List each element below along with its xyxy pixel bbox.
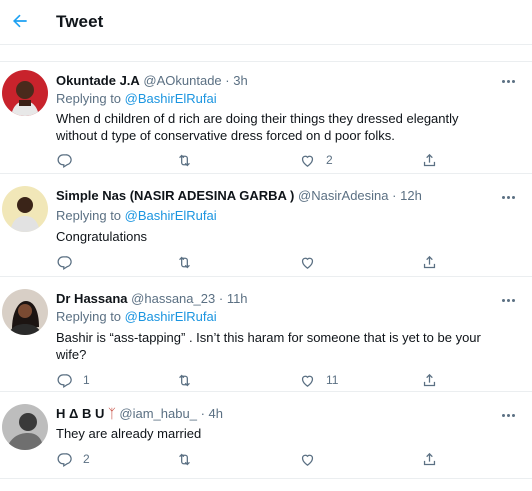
share-icon <box>423 153 436 166</box>
timestamp[interactable]: 11h <box>227 291 248 306</box>
more-options-icon[interactable] <box>502 193 518 201</box>
retweet-icon <box>179 154 190 166</box>
author-handle[interactable]: @NasirAdesina <box>298 188 389 203</box>
like-button[interactable] <box>299 252 326 272</box>
reply-icon <box>57 255 72 270</box>
share-icon <box>423 373 436 386</box>
author-handle[interactable]: @hassana_23 <box>131 291 215 306</box>
tweet-actions <box>56 252 456 272</box>
tweet-reply[interactable]: Simple Nas (NASIR ADESINA GARBA ) @Nasir… <box>0 174 532 277</box>
retweet-button[interactable] <box>176 252 203 272</box>
previous-content-edge <box>0 45 532 62</box>
heart-icon <box>301 375 314 387</box>
share-button[interactable] <box>421 150 438 170</box>
replying-to-label: Replying to <box>56 309 125 324</box>
replying-to-label: Replying to <box>56 208 125 223</box>
retweet-icon <box>179 453 190 465</box>
reply-icon <box>57 153 72 168</box>
tweet-actions: 1 11 <box>56 370 456 390</box>
avatar[interactable] <box>2 70 48 116</box>
avatar[interactable] <box>2 289 48 335</box>
tweet-header: Okuntade J.A @AOkuntade · 3h <box>56 73 248 88</box>
like-button[interactable] <box>299 449 326 469</box>
author-name[interactable]: Simple Nas (NASIR ADESINA GARBA ) <box>56 188 294 203</box>
retweet-icon <box>179 374 190 386</box>
reply-button[interactable]: 1 <box>56 370 90 390</box>
reply-count: 1 <box>83 373 90 387</box>
replying-to-link[interactable]: @BashirElRufai <box>125 309 217 324</box>
timestamp[interactable]: 3h <box>233 73 247 88</box>
next-content-edge <box>0 479 532 491</box>
author-handle[interactable]: @AOkuntade <box>143 73 221 88</box>
timestamp[interactable]: 4h <box>209 406 223 421</box>
page-title: Tweet <box>56 12 104 31</box>
share-icon <box>423 452 436 465</box>
share-button[interactable] <box>421 370 438 390</box>
heart-icon <box>301 155 314 167</box>
tweet-text: Bashir is “ass-tapping” . Isn’t this har… <box>56 330 481 362</box>
avatar[interactable] <box>2 186 48 232</box>
name-emoji: ᛉ <box>107 406 116 421</box>
like-count: 2 <box>326 153 333 167</box>
retweet-icon <box>179 256 190 268</box>
more-options-icon[interactable] <box>502 296 518 304</box>
author-name[interactable]: Dr Hassana <box>56 291 128 306</box>
tweet-header: H Δ B U ᛉ @iam_habu_ · 4h <box>56 406 223 421</box>
share-icon <box>423 255 436 268</box>
tweet-actions: 2 <box>56 150 456 170</box>
more-options-icon[interactable] <box>502 411 518 419</box>
reply-icon <box>57 452 72 467</box>
retweet-button[interactable] <box>176 150 203 170</box>
separator-dot: · <box>392 188 397 203</box>
reply-icon <box>57 373 72 388</box>
timestamp[interactable]: 12h <box>400 188 422 203</box>
reply-button[interactable] <box>56 252 83 272</box>
replying-to: Replying to @BashirElRufai <box>56 91 217 106</box>
tweet-text: When d children of d rich are doing thei… <box>56 111 459 143</box>
tweet-actions: 2 <box>56 449 456 469</box>
like-button[interactable]: 2 <box>299 150 333 170</box>
avatar[interactable] <box>2 404 48 450</box>
reply-count: 2 <box>83 452 90 466</box>
heart-icon <box>301 257 314 269</box>
more-options-icon[interactable] <box>502 77 518 85</box>
retweet-button[interactable] <box>176 370 203 390</box>
like-button[interactable]: 11 <box>299 370 338 390</box>
author-handle[interactable]: @iam_habu_ <box>119 406 197 421</box>
share-button[interactable] <box>421 252 438 272</box>
replying-to-link[interactable]: @BashirElRufai <box>125 208 217 223</box>
tweet-reply[interactable]: Okuntade J.A @AOkuntade · 3h Replying to… <box>0 62 532 174</box>
back-arrow-icon[interactable] <box>8 9 32 33</box>
tweet-reply[interactable]: H Δ B U ᛉ @iam_habu_ · 4h They are alrea… <box>0 392 532 479</box>
replying-to: Replying to @BashirElRufai <box>56 208 217 223</box>
reply-button[interactable] <box>56 150 83 170</box>
tweet-text: Congratulations <box>56 229 148 244</box>
retweet-button[interactable] <box>176 449 203 469</box>
reply-button[interactable]: 2 <box>56 449 90 469</box>
like-count: 11 <box>326 373 339 387</box>
tweet-text: They are already married <box>56 426 202 441</box>
tweet-header: Dr Hassana @hassana_23 · 11h <box>56 291 248 306</box>
replying-to: Replying to @BashirElRufai <box>56 309 217 324</box>
separator-dot: · <box>225 73 230 88</box>
heart-icon <box>301 454 314 466</box>
replying-to-label: Replying to <box>56 91 125 106</box>
replying-to-link[interactable]: @BashirElRufai <box>125 91 217 106</box>
tweet-header: Simple Nas (NASIR ADESINA GARBA ) @Nasir… <box>56 188 422 203</box>
separator-dot: · <box>218 291 224 306</box>
tweet-reply[interactable]: Dr Hassana @hassana_23 · 11h Replying to… <box>0 277 532 392</box>
author-name[interactable]: Okuntade J.A <box>56 73 140 88</box>
author-name[interactable]: H Δ B U <box>56 406 104 421</box>
share-button[interactable] <box>421 449 438 469</box>
page-header: Tweet <box>0 0 532 45</box>
separator-dot: · <box>200 406 205 421</box>
